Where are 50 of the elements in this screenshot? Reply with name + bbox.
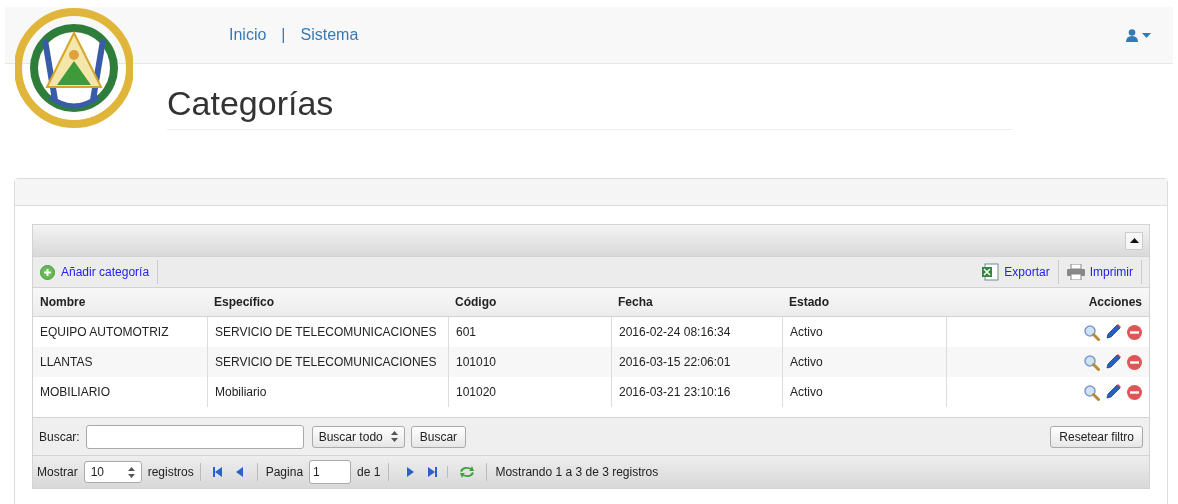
nav-separator: | xyxy=(281,25,286,45)
spreadsheet-icon xyxy=(981,263,1000,281)
plus-circle-icon xyxy=(40,264,55,280)
collapse-button[interactable] xyxy=(1125,231,1143,250)
search-icon[interactable] xyxy=(1083,383,1100,401)
page-size-select[interactable]: 10 xyxy=(83,461,142,483)
nav-link[interactable]: Sistema xyxy=(300,23,359,47)
pencil-icon[interactable] xyxy=(1104,383,1122,401)
table-cell-text: EQUIPO AUTOMOTRIZ xyxy=(39,324,170,341)
records-info: Mostrando 1 a 3 de 3 registros xyxy=(486,463,659,481)
printer-icon xyxy=(1066,264,1085,280)
search-icon[interactable] xyxy=(1083,323,1100,341)
search-icon[interactable] xyxy=(1083,353,1100,371)
page-field[interactable]: 1 xyxy=(309,460,352,484)
search-field[interactable] xyxy=(85,424,304,449)
show-label: Mostrar xyxy=(37,464,78,481)
page-label: Pagina xyxy=(256,463,304,481)
column-header[interactable]: Fecha xyxy=(611,293,782,311)
column-header[interactable]: Acciones xyxy=(946,293,1149,311)
caret-icon xyxy=(1142,32,1151,38)
stepper-icon xyxy=(127,466,135,478)
print-button[interactable]: Imprimir xyxy=(1058,260,1142,284)
export-button[interactable]: Exportar xyxy=(981,260,1059,284)
stepper-icon xyxy=(390,431,398,442)
column-header[interactable]: Estado xyxy=(782,293,946,311)
last-page-icon[interactable] xyxy=(426,466,438,478)
pencil-icon[interactable] xyxy=(1104,323,1122,341)
user-menu-button[interactable] xyxy=(1126,28,1151,42)
column-header[interactable]: Específico xyxy=(207,293,448,311)
delete-icon[interactable] xyxy=(1126,383,1143,401)
first-page-icon[interactable] xyxy=(212,466,224,478)
page-count: de 1 xyxy=(357,463,390,481)
triangle-up-icon xyxy=(1129,238,1139,243)
search-scope-select[interactable]: Buscar todo xyxy=(311,425,405,448)
refresh-icon[interactable] xyxy=(458,465,477,479)
reset-filter-button[interactable]: Resetear filtro xyxy=(1050,425,1143,448)
pencil-icon[interactable] xyxy=(1104,353,1122,371)
table-cell-text: LLANTAS xyxy=(39,354,94,371)
user-icon xyxy=(1126,28,1138,42)
page-title: Categorías xyxy=(167,83,335,123)
search-button[interactable]: Buscar xyxy=(410,425,467,448)
delete-icon[interactable] xyxy=(1126,323,1143,341)
records-label: registros xyxy=(147,463,201,481)
column-header[interactable]: Nombre xyxy=(33,293,207,311)
nav-link[interactable]: Inicio xyxy=(229,23,267,47)
delete-icon[interactable] xyxy=(1126,353,1143,371)
column-header[interactable]: Código xyxy=(448,293,611,311)
search-label: Buscar: xyxy=(39,428,80,446)
add-category-button[interactable]: Añadir categoría xyxy=(40,260,159,284)
table-cell-text: MOBILIARIO xyxy=(39,384,111,401)
